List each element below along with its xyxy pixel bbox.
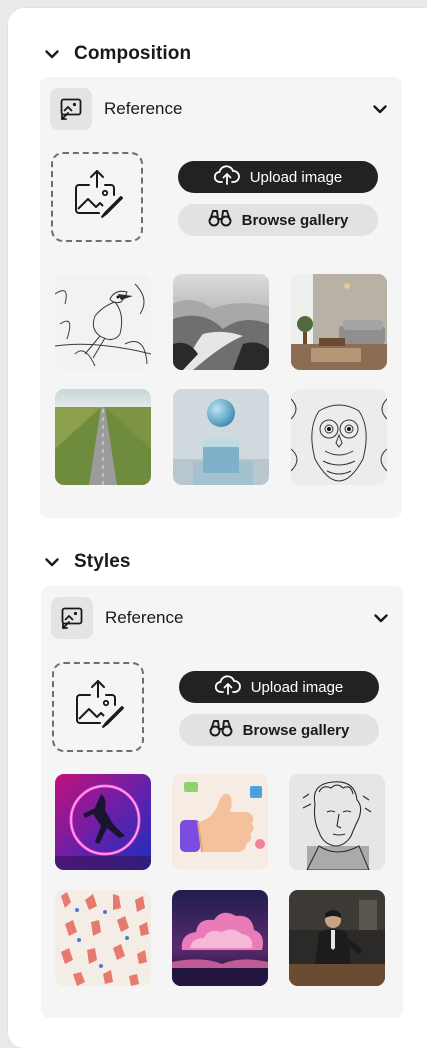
thumb-misty-lake[interactable]	[173, 274, 269, 370]
reference-image-icon[interactable]	[51, 597, 93, 639]
styles-upload-button[interactable]: Upload image	[179, 671, 379, 703]
thumb-neon-dancer[interactable]	[55, 774, 151, 870]
styles-browse-button[interactable]: Browse gallery	[179, 714, 379, 746]
composition-title: Composition	[74, 43, 192, 64]
composition-browse-label: Browse gallery	[241, 211, 349, 229]
cloud-upload-icon	[213, 165, 240, 189]
styles-title: Styles	[74, 551, 131, 572]
composition-reference-label: Reference	[104, 99, 183, 118]
thumb-pink-clouds[interactable]	[172, 890, 268, 986]
chevron-down-icon[interactable]	[370, 99, 390, 119]
composition-upload-dropzone[interactable]	[51, 152, 143, 242]
composition-reference-row: Reference	[50, 87, 390, 131]
thumb-living-room[interactable]	[291, 274, 387, 370]
thumb-classical-engraving[interactable]	[289, 774, 385, 870]
thumb-owl-mandala[interactable]	[291, 389, 387, 485]
composition-browse-button[interactable]: Browse gallery	[178, 204, 378, 236]
reference-image-icon[interactable]	[50, 88, 92, 130]
styles-section-toggle[interactable]: Styles	[44, 551, 131, 573]
thumb-hands-pattern[interactable]	[55, 890, 151, 986]
image-upload-icon	[69, 167, 125, 228]
image-upload-icon	[70, 677, 126, 738]
composition-upload-button[interactable]: Upload image	[178, 161, 378, 193]
composition-upload-label: Upload image	[249, 168, 343, 186]
thumb-man-in-suit[interactable]	[289, 890, 385, 986]
chevron-down-icon	[44, 554, 60, 570]
thumb-country-road[interactable]	[55, 389, 151, 485]
styles-upload-dropzone[interactable]	[52, 662, 144, 752]
composition-section-toggle[interactable]: Composition	[44, 43, 191, 65]
cloud-upload-icon	[214, 675, 241, 699]
thumb-sphere-on-cube[interactable]	[173, 389, 269, 485]
styles-reference-label: Reference	[105, 608, 184, 627]
composition-card: Reference Upload image Browse gallery	[40, 77, 402, 518]
styles-browse-label: Browse gallery	[242, 721, 350, 739]
styles-card: Reference Upload image Browse gallery	[41, 586, 403, 1018]
binoculars-icon	[208, 209, 232, 231]
styles-upload-label: Upload image	[250, 678, 344, 696]
thumb-thumbs-up-3d[interactable]	[172, 774, 268, 870]
binoculars-icon	[209, 719, 233, 741]
chevron-down-icon	[44, 46, 60, 62]
styles-reference-row: Reference	[51, 596, 391, 640]
chevron-down-icon[interactable]	[371, 608, 391, 628]
thumb-bird-sketch[interactable]	[55, 274, 151, 370]
